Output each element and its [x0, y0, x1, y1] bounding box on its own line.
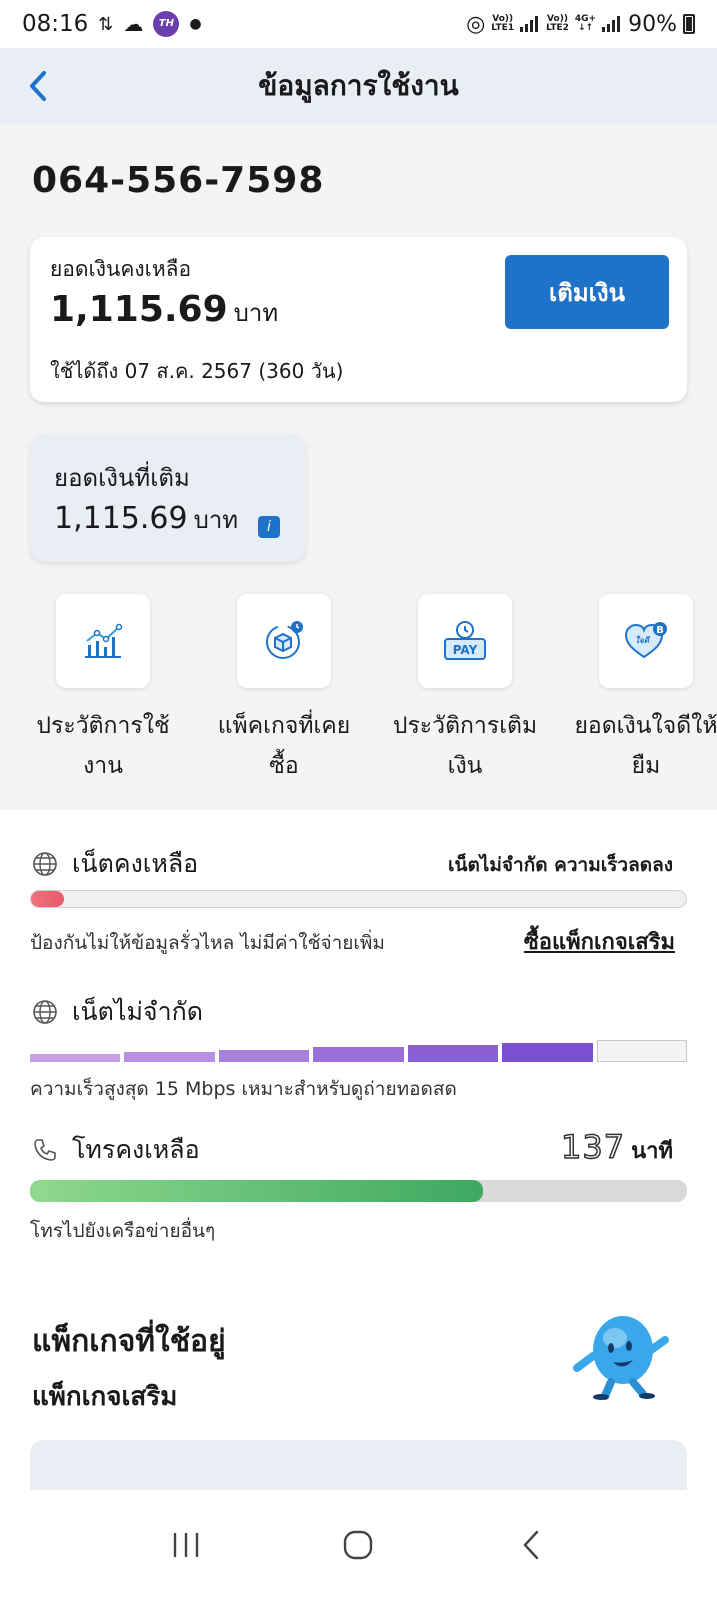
speed-segment [313, 1047, 404, 1062]
carrier-logo-icon: TH [153, 11, 180, 37]
app-screen: 08:16 ⇅ ☁ TH ● ◎ Vo)) LTE1 Vo)) LTE2 4G+ ↓↑… [0, 0, 717, 1600]
signal-2-icon [602, 16, 622, 32]
call-remaining-title: โทรคงเหลือ [32, 1130, 200, 1170]
menu-label: ประวัติการเติมเงิน [392, 713, 538, 779]
call-desc: โทรไปยังเครือข่ายอื่นๆ [30, 1220, 216, 1242]
system-nav-bar [0, 1490, 717, 1600]
unlimited-label: เน็ตไม่จำกัด [72, 997, 203, 1026]
status-time: 08:16 [22, 11, 89, 37]
balance-value: 1,115.69 [50, 289, 228, 330]
unlimited-speed-bar [30, 1038, 687, 1062]
info-icon[interactable]: i [258, 516, 280, 538]
mascot-icon [573, 1316, 669, 1400]
app-header: ข้อมูลการใช้งาน [0, 48, 717, 124]
volte-1-label: Vo)) LTE1 [491, 14, 515, 33]
addon-packages-subtitle: แพ็กเกจเสริม [32, 1382, 178, 1412]
internet-status-note: เน็ตไม่จำกัด ความเร็วลดลง [447, 854, 673, 876]
cloud-icon: ☁ [123, 12, 144, 36]
recent-apps-button[interactable] [156, 1515, 216, 1575]
hotspot-icon: ◎ [466, 11, 486, 37]
battery-icon [683, 14, 695, 34]
buy-addon-link[interactable]: ซื้อแพ็กเกจเสริม [524, 924, 675, 959]
menu-tile [237, 594, 331, 688]
page-title: ข้อมูลการใช้งาน [258, 69, 459, 102]
menu-label: แพ็คเกจที่เคยซื้อ [217, 713, 351, 779]
speed-segment [30, 1054, 121, 1062]
svg-text:PAY: PAY [453, 643, 478, 657]
topup-button[interactable]: เติมเงิน [505, 255, 669, 329]
speed-segment [407, 1045, 499, 1062]
menu-tile [56, 594, 150, 688]
topup-amount-label: ยอดเงินที่เติม [54, 464, 190, 492]
speed-segment [502, 1043, 593, 1062]
quick-menu: ประวัติการใช้งาน แพ็คเกจที่เคยซื้อ PAY ป… [0, 594, 717, 794]
volte-2-label: Vo)) LTE2 [546, 14, 569, 33]
svg-text:B: B [656, 625, 664, 636]
internet-remaining-bar [30, 890, 687, 908]
topup-amount-card[interactable]: ยอดเงินที่เติม 1,115.69 บาท i [30, 434, 306, 562]
svg-text:ใจดี: ใจดี [635, 635, 651, 645]
back-button[interactable] [14, 62, 62, 110]
network-type-label: 4G+ ↓↑ [574, 14, 597, 33]
chevron-left-icon [30, 71, 46, 101]
dot-icon: ● [189, 16, 202, 32]
internet-remaining-title: เน็ตคงเหลือ [32, 844, 198, 884]
home-icon [344, 1530, 373, 1560]
balance-unit: บาท [233, 299, 279, 327]
home-button[interactable] [328, 1515, 388, 1575]
data-transfer-icon: ⇅ [98, 13, 114, 35]
menu-package-history[interactable]: แพ็คเกจที่เคยซื้อ [199, 594, 369, 786]
package-history-icon [266, 621, 303, 659]
phone-number: 064-556-7598 [32, 160, 325, 201]
speed-segment [124, 1051, 215, 1062]
menu-tile: B ใจดี [599, 594, 693, 688]
menu-label: ประวัติการใช้งาน [36, 713, 170, 779]
status-bar: 08:16 ⇅ ☁ TH ● ◎ Vo)) LTE1 Vo)) LTE2 4G+ ↓↑… [0, 0, 717, 48]
menu-topup-history[interactable]: PAY ประวัติการเติมเงิน [380, 594, 550, 786]
call-minutes-value: 137 [560, 1127, 626, 1167]
account-summary: 064-556-7598 ยอดเงินคงเหลือ 1,115.69 บาท … [0, 124, 717, 810]
internet-remaining-label: เน็ตคงเหลือ [72, 849, 199, 878]
menu-label: ยอดเงินใจดีให้ยืม [574, 713, 717, 779]
speed-segment [218, 1049, 310, 1062]
balance-amount: 1,115.69 บาท [50, 289, 278, 332]
usage-section: เน็ตคงเหลือ เน็ตไม่จำกัด ความเร็วลดลง ป้… [0, 810, 717, 1500]
internet-remaining-fill [31, 891, 64, 907]
balance-valid-until: ใช้ได้ถึง 07 ส.ค. 2567 (360 วัน) [50, 359, 344, 383]
balance-card: ยอดเงินคงเหลือ 1,115.69 บาท ใช้ได้ถึง 07 … [30, 237, 687, 402]
menu-tile: PAY [418, 594, 512, 688]
usage-chart-icon [85, 623, 123, 658]
call-minutes-unit: นาที [631, 1139, 673, 1164]
menu-loan[interactable]: B ใจดี ยอดเงินใจดีให้ยืม [561, 594, 717, 786]
call-remaining-fill [30, 1180, 484, 1202]
call-minutes: 137 นาที [560, 1127, 673, 1168]
phone-icon [34, 1139, 56, 1161]
call-remaining-bar [30, 1180, 687, 1202]
back-nav-button[interactable] [501, 1515, 561, 1575]
pay-history-icon: PAY [444, 621, 486, 660]
status-left: 08:16 ⇅ ☁ TH ● [22, 11, 466, 37]
active-packages-title: แพ็กเกจที่ใช้อยู่ [32, 1324, 226, 1359]
signal-1-icon [520, 16, 540, 32]
internet-remaining-desc: ป้องกันไม่ให้ข้อมูลรั่วไหล ไม่มีค่าใช้จ่… [30, 932, 385, 954]
battery-percent: 90% [628, 11, 677, 37]
topup-amount-unit: บาท [193, 506, 239, 534]
status-right: ◎ Vo)) LTE1 Vo)) LTE2 4G+ ↓↑ 90% [466, 12, 695, 37]
speed-segment [596, 1040, 687, 1062]
balance-label: ยอดเงินคงเหลือ [50, 257, 192, 281]
unlimited-desc: ความเร็วสูงสุด 15 Mbps เหมาะสำหรับดูถ่าย… [30, 1078, 457, 1100]
topup-amount: 1,115.69 บาท [54, 500, 238, 539]
heart-loan-icon: B ใจดี [624, 622, 667, 659]
call-remaining-label: โทรคงเหลือ [72, 1135, 200, 1164]
back-nav-icon [523, 1530, 539, 1560]
menu-usage-history[interactable]: ประวัติการใช้งาน [18, 594, 188, 786]
globe-icon [33, 1000, 57, 1024]
recent-apps-icon [173, 1533, 199, 1557]
topup-amount-value: 1,115.69 [54, 501, 188, 536]
unlimited-title: เน็ตไม่จำกัด [32, 992, 203, 1032]
globe-icon [33, 852, 57, 876]
